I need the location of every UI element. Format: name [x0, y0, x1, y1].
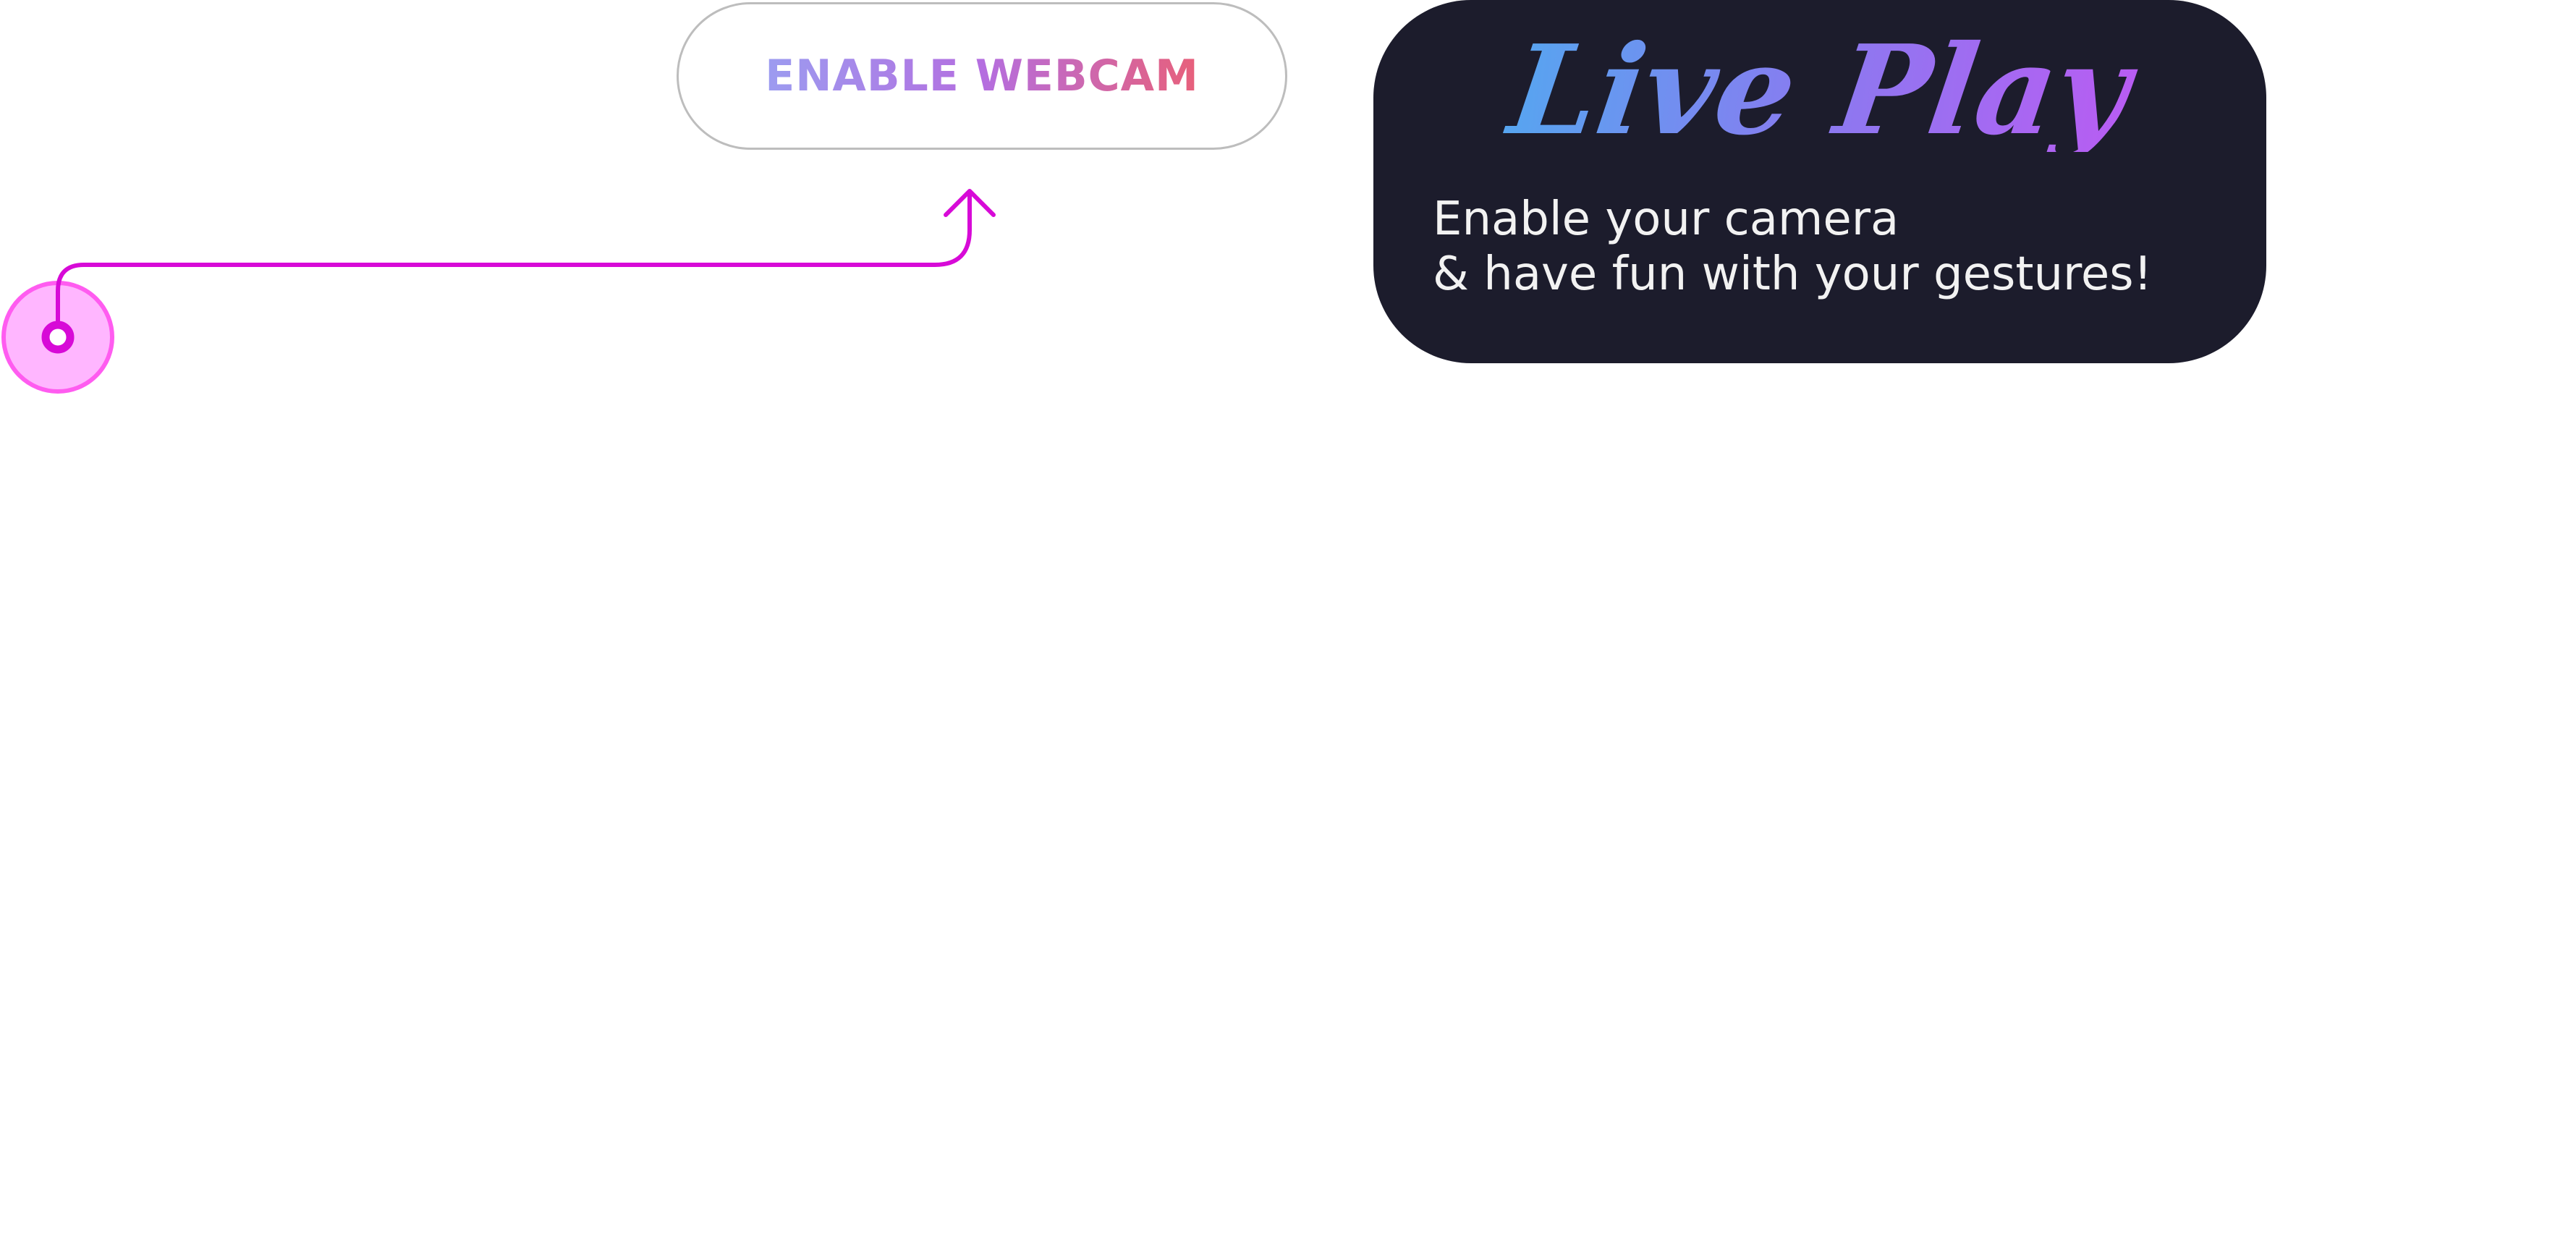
card-description: Enable your camera & have fun with your …: [1433, 192, 2223, 302]
card-description-line-2: & have fun with your gestures!: [1433, 247, 2153, 301]
connector-line: [56, 193, 972, 327]
tutorial-connector: [1, 189, 996, 394]
info-card: Live Play Enable your camera & have fun …: [1373, 0, 2266, 363]
card-description-line-1: Enable your camera: [1433, 192, 1899, 246]
live-play-title: Live Play: [1365, 18, 2275, 163]
